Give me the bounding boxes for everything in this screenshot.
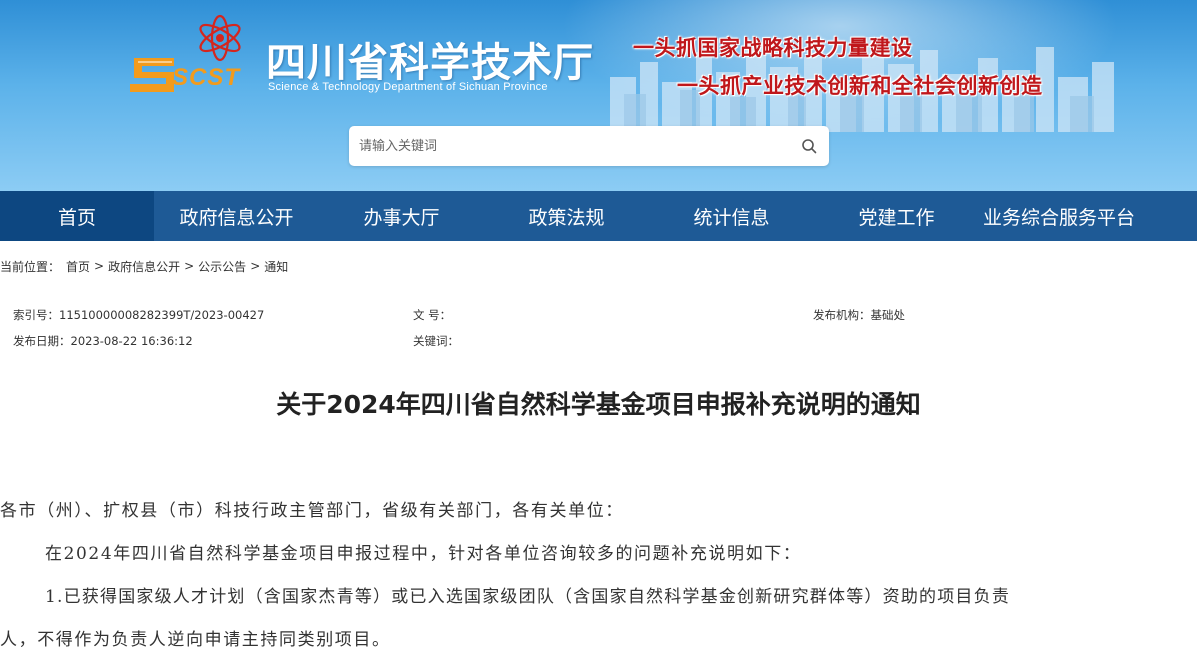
slogan-line-1: 一头抓国家战略科技力量建设 xyxy=(633,36,913,60)
article-title: 关于2024年四川省自然科学基金项目申报补充说明的通知 xyxy=(276,390,921,419)
search-bar xyxy=(349,126,829,166)
nav-item-service-platform[interactable]: 业务综合服务平台 xyxy=(979,191,1139,241)
article-item-1-continued: 人，不得作为负责人逆向申请主持同类别项目。 xyxy=(0,630,391,650)
slogan-line-2: 一头抓产业技术创新和全社会创新创造 xyxy=(677,74,1043,98)
nav-item-statistics[interactable]: 统计信息 xyxy=(649,191,814,241)
breadcrumb-separator: > xyxy=(94,259,105,273)
breadcrumb-separator: > xyxy=(250,259,261,273)
breadcrumb-gov-info[interactable]: 政府信息公开 xyxy=(108,258,180,275)
article-item-1: 1.已获得国家级人才计划（含国家杰青等）或已入选国家级团队（含国家自然科学基金创… xyxy=(45,587,1011,607)
nav-item-home[interactable]: 首页 xyxy=(0,191,154,241)
breadcrumb: 当前位置： 首页 > 政府信息公开 > 公示公告 > 通知 xyxy=(0,258,288,274)
site-title-english: Science & Technology Department of Sichu… xyxy=(268,81,548,93)
meta-date: 发布日期：2023-08-22 16:36:12 xyxy=(13,333,193,349)
breadcrumb-prefix: 当前位置： xyxy=(0,259,61,274)
nav-item-party[interactable]: 党建工作 xyxy=(814,191,979,241)
meta-date-value: 2023-08-22 16:36:12 xyxy=(70,334,193,348)
nav-item-policy[interactable]: 政策法规 xyxy=(484,191,649,241)
header-banner: SCST 四川省科学技术厅 Science & Technology Depar… xyxy=(0,0,1197,191)
article-salutation: 各市（州）、扩权县（市）科技行政主管部门，省级有关部门，各有关单位： xyxy=(0,501,624,521)
breadcrumb-notice[interactable]: 通知 xyxy=(264,258,288,275)
site-title: 四川省科学技术厅 xyxy=(266,40,594,86)
article-intro: 在2024年四川省自然科学基金项目申报过程中，针对各单位咨询较多的问题补充说明如… xyxy=(45,544,802,564)
breadcrumb-announcements[interactable]: 公示公告 xyxy=(198,258,246,275)
meta-publisher: 发布机构：基础处 xyxy=(813,307,905,323)
meta-publisher-label: 发布机构： xyxy=(813,308,871,322)
breadcrumb-home[interactable]: 首页 xyxy=(66,258,90,275)
meta-index: 索引号：11510000008282399T/2023-00427 xyxy=(13,307,264,323)
meta-index-label: 索引号： xyxy=(13,308,59,322)
search-icon xyxy=(802,139,817,154)
meta-doc-no: 文 号： xyxy=(413,307,451,323)
nav-item-gov-info[interactable]: 政府信息公开 xyxy=(154,191,319,241)
meta-keywords: 关键词： xyxy=(413,333,459,349)
meta-publisher-value: 基础处 xyxy=(870,308,906,322)
meta-keywords-label: 关键词： xyxy=(413,334,459,348)
meta-index-value: 11510000008282399T/2023-00427 xyxy=(59,308,265,322)
meta-date-label: 发布日期： xyxy=(13,334,71,348)
meta-doc-no-label: 文 号： xyxy=(413,308,452,322)
page: SCST 四川省科学技术厅 Science & Technology Depar… xyxy=(0,0,1197,659)
nav-item-service-hall[interactable]: 办事大厅 xyxy=(319,191,484,241)
search-button[interactable] xyxy=(795,132,823,160)
search-input[interactable] xyxy=(349,126,789,166)
main-nav: 首页 政府信息公开 办事大厅 政策法规 统计信息 党建工作 业务综合服务平台 xyxy=(0,191,1197,241)
breadcrumb-separator: > xyxy=(184,259,195,273)
logo-text: SCST xyxy=(172,64,241,91)
